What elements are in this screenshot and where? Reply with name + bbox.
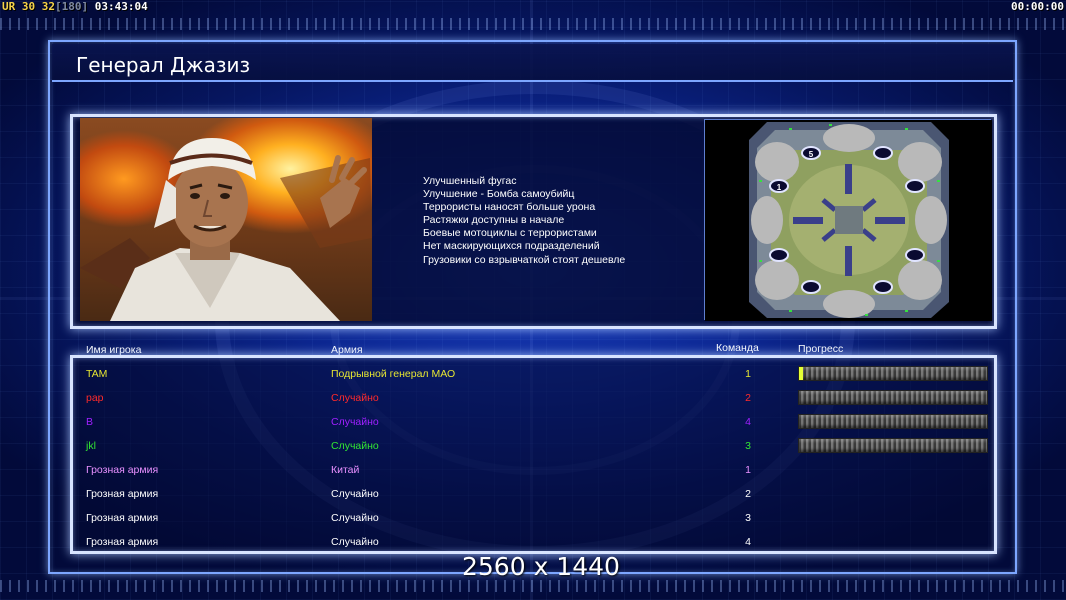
feature-item: Грузовики со взрывчаткой стоят дешевле: [423, 253, 626, 266]
mode-label: UR: [2, 0, 16, 13]
player-name: Грозная армия: [86, 464, 159, 476]
player-row: TAM Подрывной генерал МАО 1: [0, 362, 1066, 386]
player-army: Случайно: [331, 488, 379, 500]
player-name: B: [86, 416, 94, 428]
general-portrait: [80, 118, 372, 321]
load-progress-fill: [799, 367, 803, 380]
load-progress-bar: [798, 438, 988, 453]
player-team: 4: [745, 416, 751, 428]
fps-cap: [180]: [55, 0, 89, 13]
player-row: B Случайно 4: [0, 410, 1066, 434]
player-row: jkl Случайно 3: [0, 434, 1066, 458]
player-name: Грозная армия: [86, 512, 159, 524]
load-progress-bar: [798, 414, 988, 429]
map-preview: 5 1: [704, 119, 992, 321]
player-name: jkl: [86, 440, 96, 452]
fps-overlay: UR 30 32[180] 03:43:04: [2, 0, 148, 13]
player-team: 4: [745, 536, 751, 548]
player-name: pap: [86, 392, 104, 404]
load-progress-bar: [798, 390, 988, 405]
player-row: Грозная армия Случайно 3: [0, 506, 1066, 530]
top-tick-strip: [0, 18, 1066, 30]
player-team: 1: [745, 368, 751, 380]
player-team: 3: [745, 440, 751, 452]
player-army: Случайно: [331, 512, 379, 524]
col-header-team: Команда: [716, 342, 759, 354]
player-name: Грозная армия: [86, 488, 159, 500]
player-row: Грозная армия Случайно 4: [0, 530, 1066, 554]
feature-item: Улучшенный фугас: [423, 175, 517, 187]
fps-alt-value: 32: [41, 0, 55, 13]
feature-item: Растяжки доступны в начале: [423, 214, 565, 227]
bottom-tick-strip: [0, 580, 1066, 592]
player-team: 2: [745, 488, 751, 500]
feature-item: Боевые мотоциклы с террористами: [423, 227, 597, 240]
minimap-image: 5 1: [705, 120, 992, 321]
player-army: Случайно: [331, 536, 379, 548]
feature-item: Террористы наносят больше урона: [423, 201, 596, 214]
col-header-progress: Прогресс: [798, 343, 844, 355]
player-row: Грозная армия Китай 1: [0, 458, 1066, 482]
player-name: Грозная армия: [86, 536, 159, 548]
minimap-start-label: 1: [777, 183, 782, 192]
game-timer: 00:00:00: [1011, 0, 1064, 13]
player-row: Грозная армия Случайно 2: [0, 482, 1066, 506]
general-features-list: Улучшенный фугас Улучшение - Бомба самоу…: [423, 175, 693, 267]
player-army: Случайно: [331, 416, 379, 428]
player-army: Случайно: [331, 392, 379, 404]
player-row: pap Случайно 2: [0, 386, 1066, 410]
feature-item: Улучшение - Бомба самоубийц: [423, 188, 575, 201]
fps-value: 30: [21, 0, 36, 13]
elapsed-time: 03:43:04: [94, 0, 148, 13]
player-army: Подрывной генерал МАО: [331, 368, 456, 380]
minimap-start-label: 5: [809, 150, 814, 159]
player-team: 1: [745, 464, 751, 476]
resolution-overlay: 2560 x 1440: [462, 552, 620, 581]
load-progress-bar: [798, 366, 988, 381]
general-title: Генерал Джазиз: [76, 53, 251, 77]
player-team: 3: [745, 512, 751, 524]
feature-item: Нет маскирующихся подразделений: [423, 240, 600, 253]
player-army: Случайно: [331, 440, 379, 452]
player-team: 2: [745, 392, 751, 404]
portrait-image: [80, 138, 372, 321]
player-army: Китай: [331, 464, 360, 476]
title-bar: Генерал Джазиз: [52, 44, 1013, 82]
player-name: TAM: [86, 368, 108, 380]
